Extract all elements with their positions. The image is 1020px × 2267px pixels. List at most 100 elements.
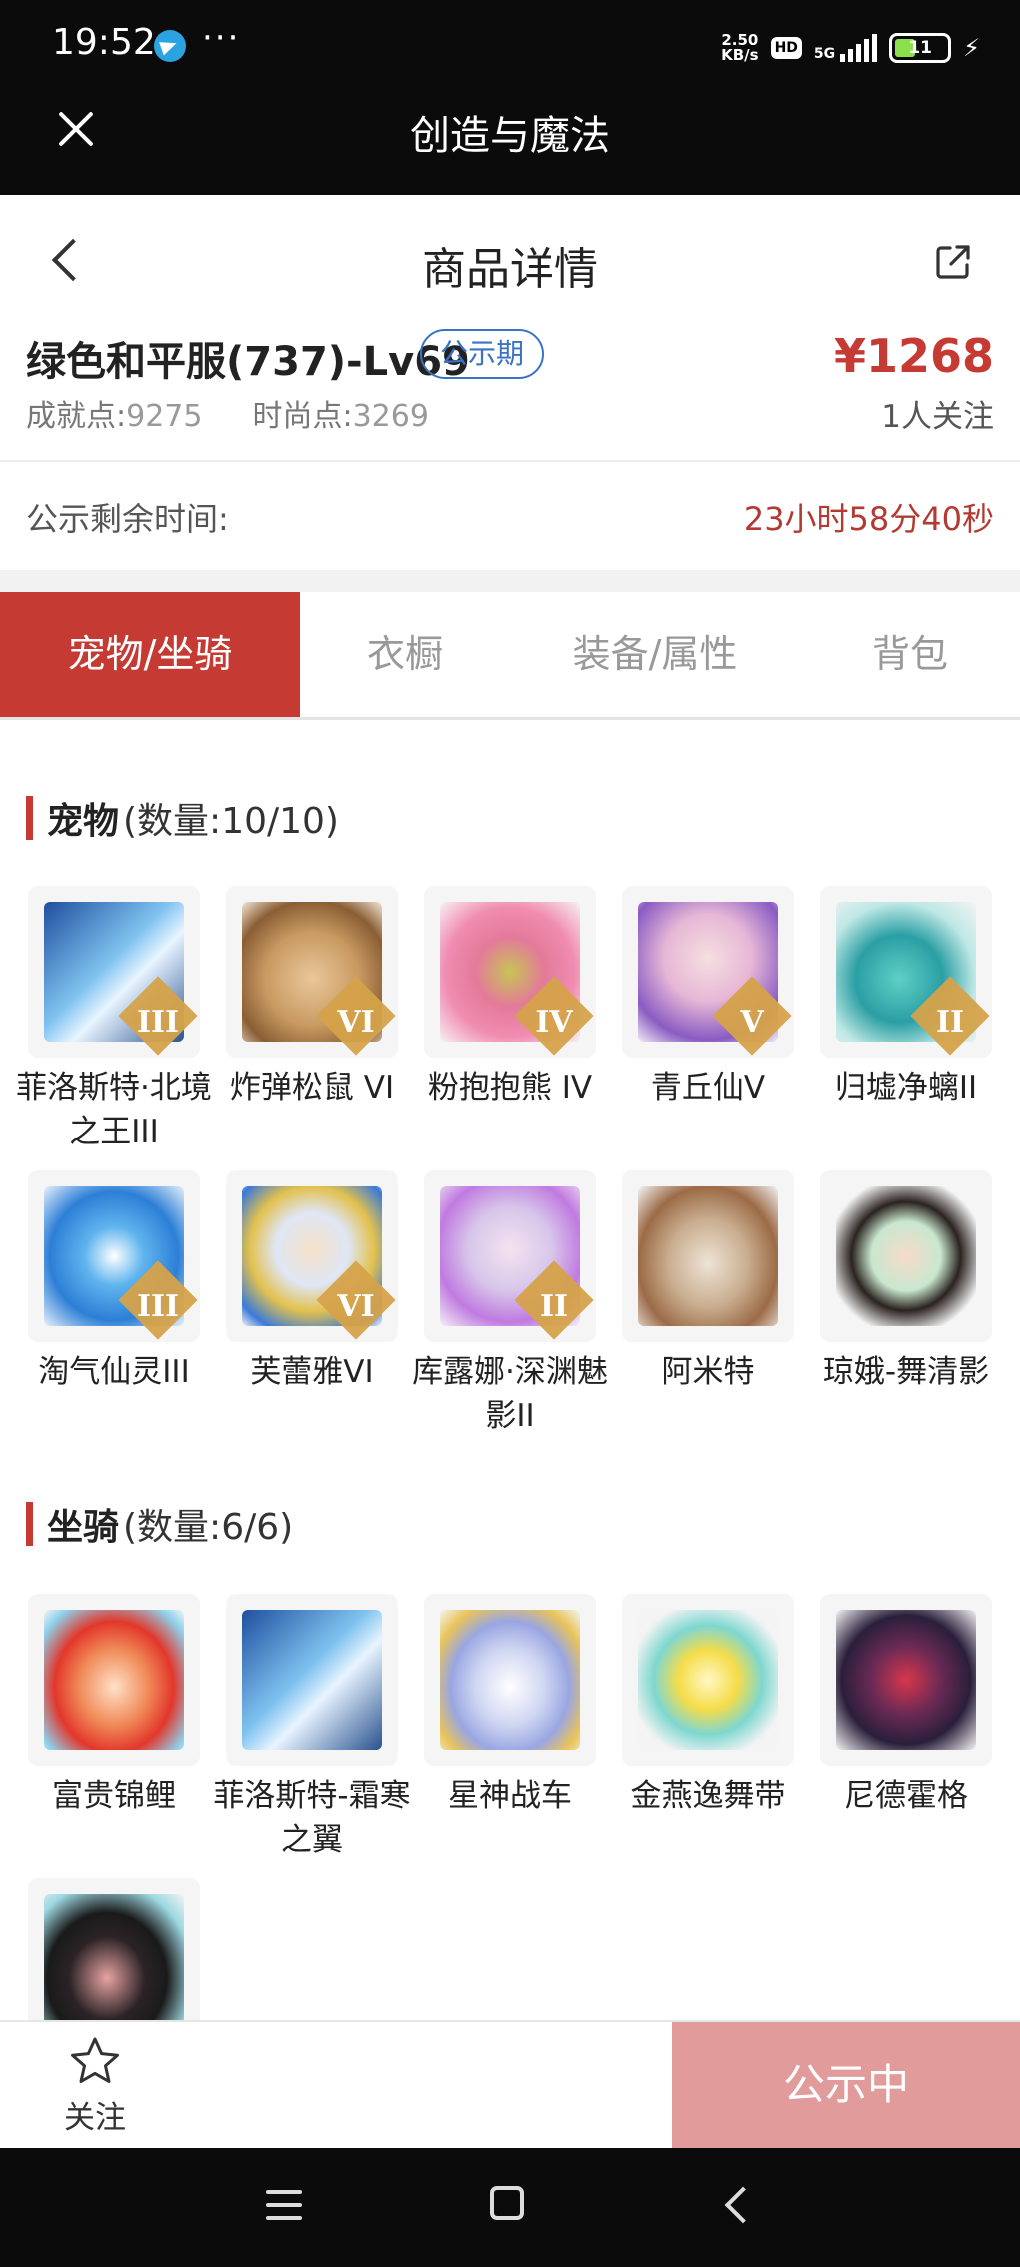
pets-section-title: 宠物 (数量:10/10) xyxy=(26,792,339,844)
tab-wardrobe[interactable]: 衣橱 xyxy=(300,592,510,717)
status-time: 19:52 xyxy=(52,22,156,63)
pet-name: 青丘仙V xyxy=(650,1070,766,1106)
tier-label: VI xyxy=(337,1289,375,1324)
product-info: 绿色和平服(737)-Lv69 公示期 ¥1268 成就点:9275 时尚点:32… xyxy=(0,325,1020,460)
tier-label: III xyxy=(136,1005,180,1040)
pet-thumbnail: VI xyxy=(226,886,398,1058)
mounts-title: 坐骑 xyxy=(47,1507,120,1548)
mount-thumbnail xyxy=(820,1594,992,1766)
fashion-value: 3269 xyxy=(352,399,429,434)
pig-icon xyxy=(44,1894,184,2034)
section-gap xyxy=(0,570,1020,592)
system-nav-bar xyxy=(0,2148,1020,2267)
tab-backpack[interactable]: 背包 xyxy=(800,592,1020,717)
network-type: 5G xyxy=(813,46,836,62)
pet-thumbnail: VI xyxy=(226,1170,398,1342)
mount-thumbnail xyxy=(622,1594,794,1766)
status-indicators: 2.50 KB/s HD 5G 11 ⚡ xyxy=(721,28,980,68)
pet-name: 菲洛斯特·北境之王III xyxy=(16,1070,212,1150)
tier-label: IV xyxy=(535,1005,573,1040)
hd-icon: HD xyxy=(770,37,802,59)
nidhogg-icon xyxy=(836,1610,976,1750)
pets-title: 宠物 xyxy=(47,801,120,842)
mounts-section-title: 坐骑 (数量:6/6) xyxy=(26,1498,293,1550)
follow-button[interactable]: 关注 xyxy=(40,2036,150,2137)
tier-label: VI xyxy=(337,1005,375,1040)
more-notifications-icon: ··· xyxy=(202,18,241,58)
mount-name: 星神战车 xyxy=(448,1778,572,1814)
charging-icon: ⚡ xyxy=(963,34,980,62)
mount-thumbnail xyxy=(226,1594,398,1766)
remaining-time-row: 公示剩余时间: 23小时58分40秒 xyxy=(0,462,1020,570)
system-back-icon[interactable] xyxy=(722,2188,752,2218)
frost-wing-icon xyxy=(242,1610,382,1750)
achievement-label: 成就点: xyxy=(26,399,127,434)
pet-thumbnail xyxy=(622,1170,794,1342)
mount-name: 金燕逸舞带 xyxy=(630,1778,786,1814)
signal-icon: 5G xyxy=(813,34,878,62)
top-bar: 19:52 ··· 2.50 KB/s HD 5G 11 ⚡ 创造与魔法 xyxy=(0,0,1020,195)
speed-unit: KB/s xyxy=(721,46,759,64)
pet-thumbnail: II xyxy=(424,1170,596,1342)
pet-name: 阿米特 xyxy=(661,1354,755,1390)
pet-thumbnail: V xyxy=(622,886,794,1058)
pets-grid: III 菲洛斯特·北境之王III VI 炸弹松鼠 VI IV 粉抱抱熊 IV V… xyxy=(16,886,1000,1434)
app-title: 创造与魔法 xyxy=(410,113,610,159)
star-icon xyxy=(71,2037,119,2083)
tab-equipment[interactable]: 装备/属性 xyxy=(510,592,800,717)
follow-label: 关注 xyxy=(64,2100,126,2136)
mount-thumbnail xyxy=(424,1594,596,1766)
remaining-time-value: 23小时58分40秒 xyxy=(743,500,994,538)
section-accent-bar xyxy=(26,796,33,840)
status-badge: 公示期 xyxy=(420,329,545,379)
pet-name: 芙蕾雅VI xyxy=(250,1354,374,1390)
section-accent-bar xyxy=(26,1502,33,1546)
pet-name: 炸弹松鼠 VI xyxy=(229,1070,395,1106)
tier-label: II xyxy=(539,1289,569,1324)
crocodile-icon xyxy=(638,1186,778,1326)
mount-name: 富贵锦鲤 xyxy=(52,1778,176,1814)
pet-name: 库露娜·深渊魅影II xyxy=(412,1354,608,1434)
battery-level: 11 xyxy=(908,38,932,58)
tier-label: V xyxy=(740,1005,764,1040)
mounts-grid: 富贵锦鲤 菲洛斯特-霜寒之翼 星神战车 金燕逸舞带 尼德霍格 xyxy=(20,1594,1000,2050)
telegram-icon xyxy=(154,30,186,62)
page-header: 商品详情 xyxy=(0,195,1020,325)
golden-swallow-icon xyxy=(638,1610,778,1750)
menu-icon[interactable] xyxy=(266,2190,302,2220)
dancer-icon xyxy=(836,1186,976,1326)
tier-label: II xyxy=(935,1005,965,1040)
mount-thumbnail xyxy=(28,1594,200,1766)
pet-thumbnail: III xyxy=(28,1170,200,1342)
pets-count: (数量:10/10) xyxy=(123,801,339,842)
star-chariot-icon xyxy=(440,1610,580,1750)
mount-name: 菲洛斯特-霜寒之翼 xyxy=(213,1778,411,1858)
remaining-time-label: 公示剩余时间: xyxy=(26,500,229,538)
product-price: ¥1268 xyxy=(833,329,994,383)
pet-name: 琼娥-舞清影 xyxy=(822,1354,990,1390)
watcher-count: 1人关注 xyxy=(881,399,994,435)
pet-name: 淘气仙灵III xyxy=(38,1354,190,1390)
battery-icon: 11 xyxy=(889,33,952,63)
koi-icon xyxy=(44,1610,184,1750)
mount-name: 尼德霍格 xyxy=(844,1778,968,1814)
achievement-value: 9275 xyxy=(126,399,203,434)
tab-pets-mounts[interactable]: 宠物/坐骑 xyxy=(0,592,300,717)
page-title: 商品详情 xyxy=(422,244,598,295)
share-icon[interactable] xyxy=(934,243,972,281)
pet-name: 归墟净螭II xyxy=(834,1070,978,1106)
product-stats: 成就点:9275 时尚点:3269 xyxy=(26,391,429,435)
pet-thumbnail: IV xyxy=(424,886,596,1058)
network-speed: 2.50 KB/s xyxy=(721,33,758,63)
tab-bar: 宠物/坐骑 衣橱 装备/属性 背包 xyxy=(0,592,1020,720)
pet-thumbnail xyxy=(820,1170,992,1342)
pet-thumbnail: II xyxy=(820,886,992,1058)
pet-name: 粉抱抱熊 IV xyxy=(427,1070,593,1106)
public-status-button[interactable]: 公示中 xyxy=(672,2022,1020,2150)
home-icon[interactable] xyxy=(490,2186,524,2220)
product-name: 绿色和平服(737)-Lv69 xyxy=(26,339,470,385)
tier-label: III xyxy=(136,1289,180,1324)
mounts-count: (数量:6/6) xyxy=(123,1507,294,1548)
pet-thumbnail: III xyxy=(28,886,200,1058)
fashion-label: 时尚点: xyxy=(252,399,353,434)
